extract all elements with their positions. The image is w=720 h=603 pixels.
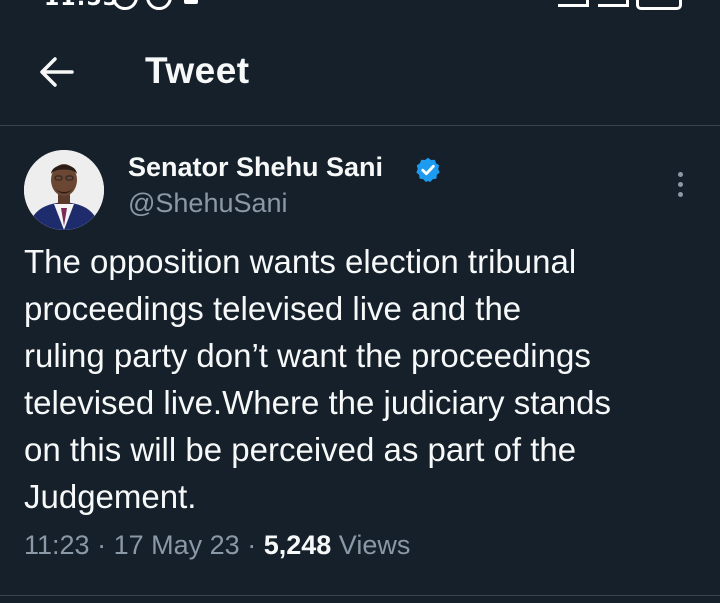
author-handle[interactable]: @ShehuSani [128, 188, 288, 219]
avatar[interactable] [24, 150, 104, 230]
tweet-time[interactable]: 11:23 [24, 530, 90, 560]
tweet-meta: 11:23 · 17 May 23 · 5,248 Views [24, 530, 410, 561]
arrow-left-icon [40, 57, 74, 87]
notification-icon [146, 0, 172, 10]
signal-icon [558, 0, 589, 7]
header-divider [0, 125, 720, 126]
tweet-text: The opposition wants election tribunal p… [24, 243, 611, 515]
more-vertical-icon [677, 181, 683, 187]
more-vertical-icon [677, 191, 683, 197]
more-vertical-icon [677, 171, 683, 177]
header: Tweet [0, 40, 720, 110]
meta-separator: · [247, 530, 257, 560]
views-label: Views [338, 530, 411, 560]
page-title: Tweet [145, 50, 250, 91]
status-time: 11:53 [44, 0, 119, 10]
signal-icon [598, 0, 629, 7]
verified-badge-icon [416, 157, 440, 183]
more-options-button[interactable] [664, 164, 696, 204]
meta-separator: · [97, 530, 107, 560]
meta-divider [0, 595, 720, 596]
tweet-detail-screen: 11:53 Tweet Senator Shehu San [0, 0, 720, 603]
battery-icon [636, 0, 682, 10]
views-count: 5,248 [263, 530, 332, 560]
avatar-image [24, 150, 104, 230]
author-name[interactable]: Senator Shehu Sani [128, 152, 383, 183]
notification-icon [184, 0, 198, 4]
status-bar: 11:53 [0, 0, 720, 10]
tweet-date[interactable]: 17 May 23 [114, 530, 240, 560]
back-button[interactable] [34, 50, 78, 94]
